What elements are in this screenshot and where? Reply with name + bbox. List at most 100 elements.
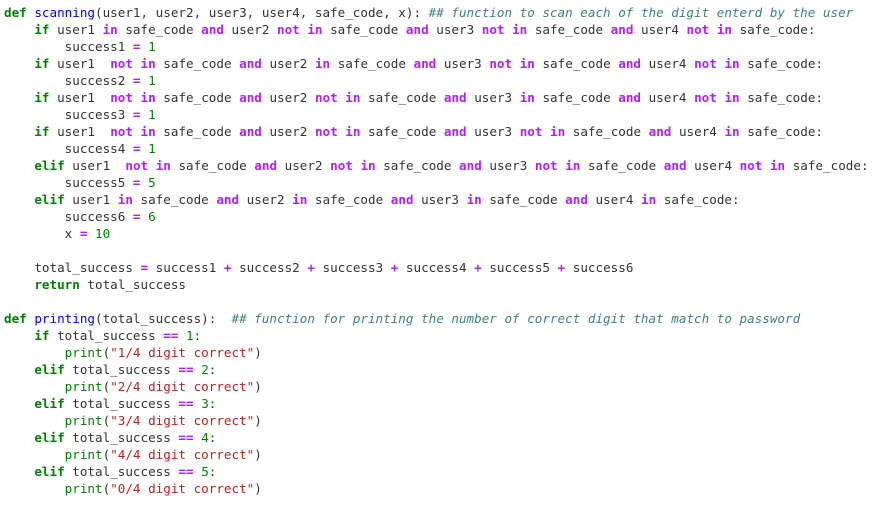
code-line: if user1 not in safe_code and user2 not … — [4, 123, 893, 140]
code-token: total_success — [64, 464, 179, 479]
code-token: total_success — [79, 277, 186, 292]
operator-token: == — [178, 396, 194, 411]
operator-token: and — [443, 124, 467, 139]
keyword-token: if — [34, 90, 50, 105]
code-token: user2 — [261, 56, 315, 71]
operator-token: not — [534, 158, 558, 173]
number-token: 1 — [148, 73, 156, 88]
code-token: user1 — [49, 124, 111, 139]
code-token: safe_code — [481, 192, 566, 207]
builtin-token: print — [64, 413, 103, 428]
operator-token: in — [314, 56, 331, 71]
string-token: "4/4 digit correct" — [110, 447, 255, 462]
code-line: total_success = success1 + success2 + su… — [4, 259, 893, 276]
operator-token: and — [201, 22, 224, 37]
code-editor[interactable]: def scanning(user1, user2, user3, user4,… — [0, 0, 893, 505]
code-line: def printing(total_success): ## function… — [4, 310, 893, 327]
operator-token: not — [489, 56, 513, 71]
number-token: 1 — [148, 141, 156, 156]
code-token: safe_code — [534, 90, 619, 105]
operator-token: in — [724, 124, 740, 139]
code-token: safe_code — [527, 22, 611, 37]
operator-token: in — [140, 90, 156, 105]
operator-token: in — [307, 22, 323, 37]
keyword-token: elif — [34, 464, 65, 479]
code-token: user4 — [633, 22, 687, 37]
string-token: "3/4 digit correct" — [110, 413, 255, 428]
operator-token: = — [132, 141, 141, 156]
operator-token: in — [716, 22, 733, 37]
number-token: 4 — [201, 430, 209, 445]
operator-token: in — [155, 158, 171, 173]
keyword-token: elif — [34, 430, 65, 445]
operator-token: in — [640, 192, 657, 207]
code-line: if user1 not in safe_code and user2 in s… — [4, 55, 893, 72]
code-token: : — [208, 464, 217, 479]
operator-token: not — [330, 158, 353, 173]
code-line: elif user1 not in safe_code and user2 no… — [4, 157, 893, 174]
code-line: return total_success — [4, 276, 893, 293]
code-line: success5 = 5 — [4, 174, 893, 191]
operator-token: not — [481, 22, 505, 37]
code-token: user2 — [277, 158, 331, 173]
operator-token: = — [132, 175, 141, 190]
code-token: user2 — [261, 124, 315, 139]
operator-token: == — [178, 464, 194, 479]
code-token: user3 — [466, 124, 520, 139]
code-line: elif total_success == 2: — [4, 361, 893, 378]
code-token: safe_code — [132, 192, 217, 207]
operator-token: not — [686, 22, 710, 37]
operator-token: not — [277, 22, 300, 37]
code-token: safe_code — [155, 124, 240, 139]
operator-token: and — [459, 158, 482, 173]
function-name-token: scanning — [34, 5, 96, 20]
code-token: success3 — [314, 260, 391, 275]
operator-token: and — [663, 158, 687, 173]
operator-token: in — [769, 158, 786, 173]
code-token: success6 — [565, 260, 634, 275]
code-token: total_success — [64, 396, 179, 411]
operator-token: == — [178, 430, 194, 445]
code-token: safe_code — [155, 56, 240, 71]
code-line: print("2/4 digit correct") — [4, 378, 893, 395]
operator-token: and — [254, 158, 278, 173]
number-token: 10 — [95, 226, 111, 241]
code-token: x — [4, 226, 80, 241]
code-token: safe_code — [117, 22, 202, 37]
operator-token: in — [292, 192, 308, 207]
operator-token: = — [132, 209, 141, 224]
code-token: safe_code: — [739, 124, 824, 139]
operator-token: in — [519, 56, 535, 71]
function-name-token: printing — [34, 311, 96, 326]
operator-token: in — [345, 124, 361, 139]
code-line: x = 10 — [4, 225, 893, 242]
code-token: user2 — [239, 192, 293, 207]
code-line: if user1 in safe_code and user2 not in s… — [4, 21, 893, 38]
code-token: safe_code: — [739, 90, 824, 105]
code-token: safe_code — [170, 158, 255, 173]
keyword-token: elif — [34, 396, 65, 411]
code-token: user2 — [261, 90, 315, 105]
code-line: print("0/4 digit correct") — [4, 480, 893, 497]
